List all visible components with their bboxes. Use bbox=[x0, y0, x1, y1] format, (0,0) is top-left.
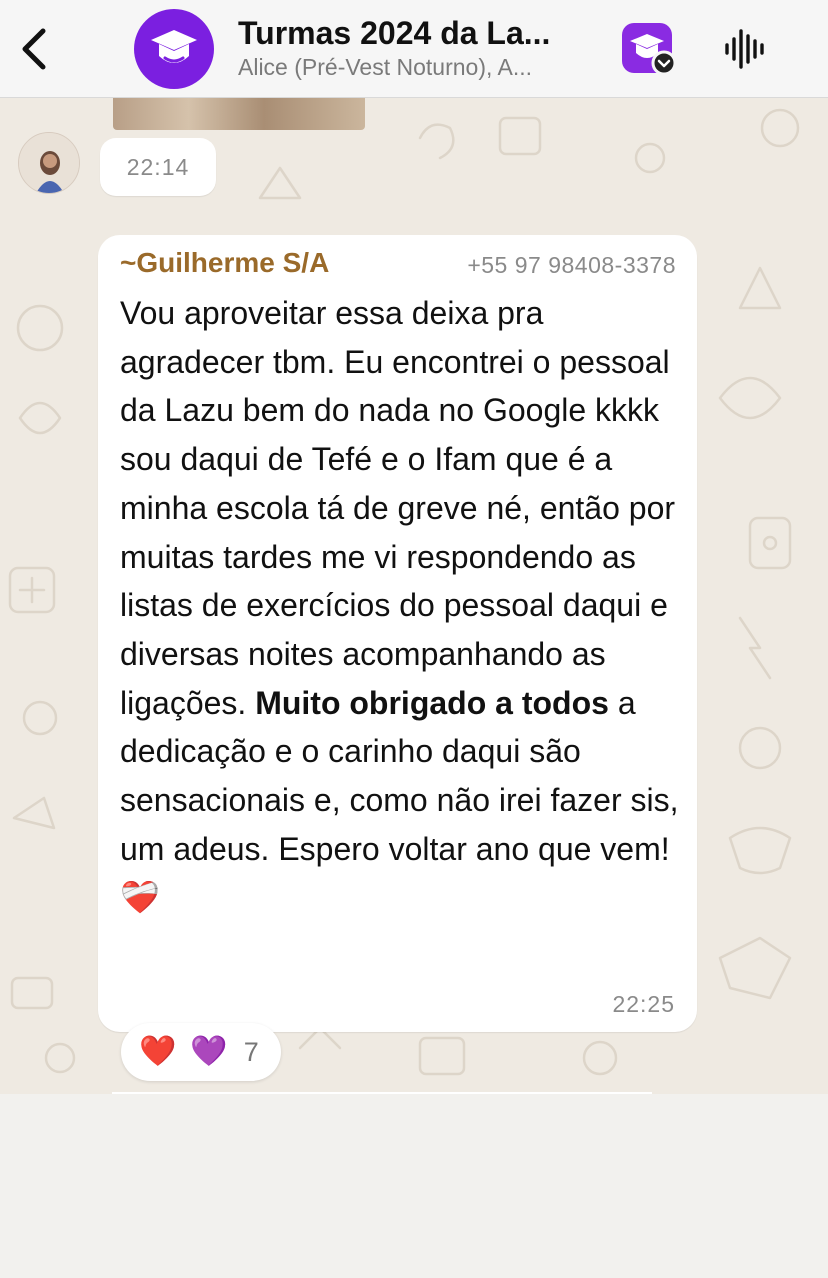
chat-title: Turmas 2024 da La... bbox=[238, 15, 551, 51]
avatar-photo bbox=[19, 133, 79, 193]
message-text-bold: Muito obrigado a todos bbox=[255, 684, 609, 721]
sender-avatar[interactable] bbox=[18, 132, 80, 194]
message-text: Vou aproveitar essa deixa pra agradecer … bbox=[120, 289, 680, 922]
sender-line: ~Guilherme S/A +55 97 98408-3378 bbox=[120, 247, 676, 283]
chat-subtitle: Alice (Pré-Vest Noturno), A... bbox=[238, 54, 533, 80]
group-avatar[interactable] bbox=[134, 9, 214, 89]
sender-name[interactable]: ~Guilherme S/A bbox=[120, 247, 329, 279]
purple-heart-reaction: 💜 bbox=[190, 1035, 228, 1068]
back-button[interactable] bbox=[14, 24, 54, 74]
message-bubble[interactable]: ~Guilherme S/A +55 97 98408-3378 Vou apr… bbox=[98, 235, 697, 1032]
message-text-part1: Vou aproveitar essa deixa pra agradecer … bbox=[120, 295, 676, 721]
chat-title-block[interactable]: Turmas 2024 da La... Alice (Pré-Vest Not… bbox=[238, 14, 608, 82]
mending-heart-emoji: ❤️‍🩹 bbox=[120, 879, 160, 916]
chat-header: Turmas 2024 da La... Alice (Pré-Vest Not… bbox=[0, 0, 828, 98]
bottom-blank-area bbox=[0, 1094, 828, 1278]
audio-wave-icon bbox=[725, 29, 764, 69]
graduation-cap-icon bbox=[151, 30, 197, 63]
sender-name-text: Guilherme S/A bbox=[136, 247, 330, 278]
reaction-count: 7 bbox=[243, 1036, 259, 1067]
community-button[interactable] bbox=[620, 21, 677, 77]
previous-image-message[interactable] bbox=[113, 98, 365, 130]
reactions-pill[interactable]: ❤️ 💜 7 bbox=[121, 1023, 281, 1081]
sender-prefix: ~ bbox=[120, 247, 137, 278]
audio-call-button[interactable] bbox=[722, 26, 768, 72]
message-time: 22:25 bbox=[612, 991, 675, 1017]
community-icon bbox=[622, 23, 677, 76]
red-heart-reaction: ❤️ bbox=[139, 1035, 177, 1068]
sender-phone: +55 97 98408-3378 bbox=[467, 252, 676, 278]
previous-message-time: 22:14 bbox=[100, 138, 216, 196]
chevron-left-icon bbox=[22, 28, 46, 70]
chat-area[interactable]: 22:14 ~Guilherme S/A +55 97 98408-3378 V… bbox=[0, 98, 828, 1092]
